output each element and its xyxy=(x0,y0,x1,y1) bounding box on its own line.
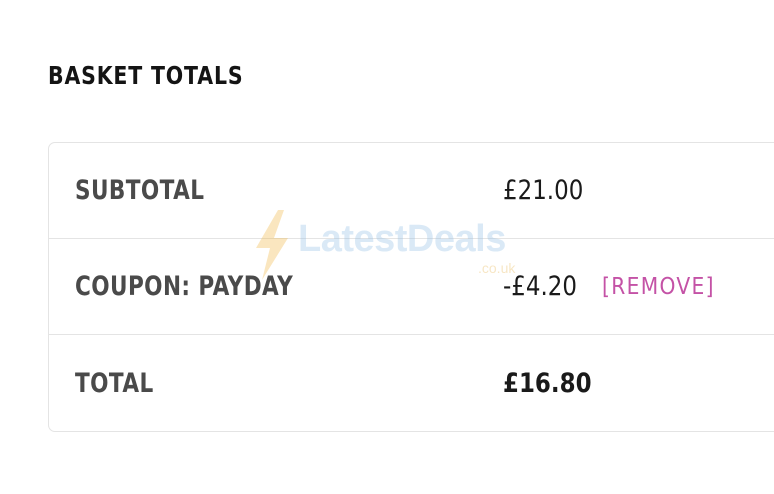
coupon-label: COUPON: PAYDAY xyxy=(75,271,294,302)
basket-totals-table: SUBTOTAL £21.00 COUPON: PAYDAY -£4.20 [R… xyxy=(48,142,774,432)
total-label: TOTAL xyxy=(75,368,154,399)
coupon-discount-value: -£4.20 xyxy=(503,271,577,302)
subtotal-row: SUBTOTAL £21.00 xyxy=(49,143,774,239)
subtotal-label: SUBTOTAL xyxy=(75,175,205,206)
subtotal-value: £21.00 xyxy=(503,175,584,206)
basket-totals-heading: BASKET TOTALS xyxy=(48,61,244,90)
total-value: £16.80 xyxy=(503,368,592,399)
remove-coupon-link[interactable]: [REMOVE] xyxy=(602,239,715,335)
coupon-row: COUPON: PAYDAY -£4.20 [REMOVE] xyxy=(49,239,774,335)
total-row: TOTAL £16.80 xyxy=(49,336,774,432)
